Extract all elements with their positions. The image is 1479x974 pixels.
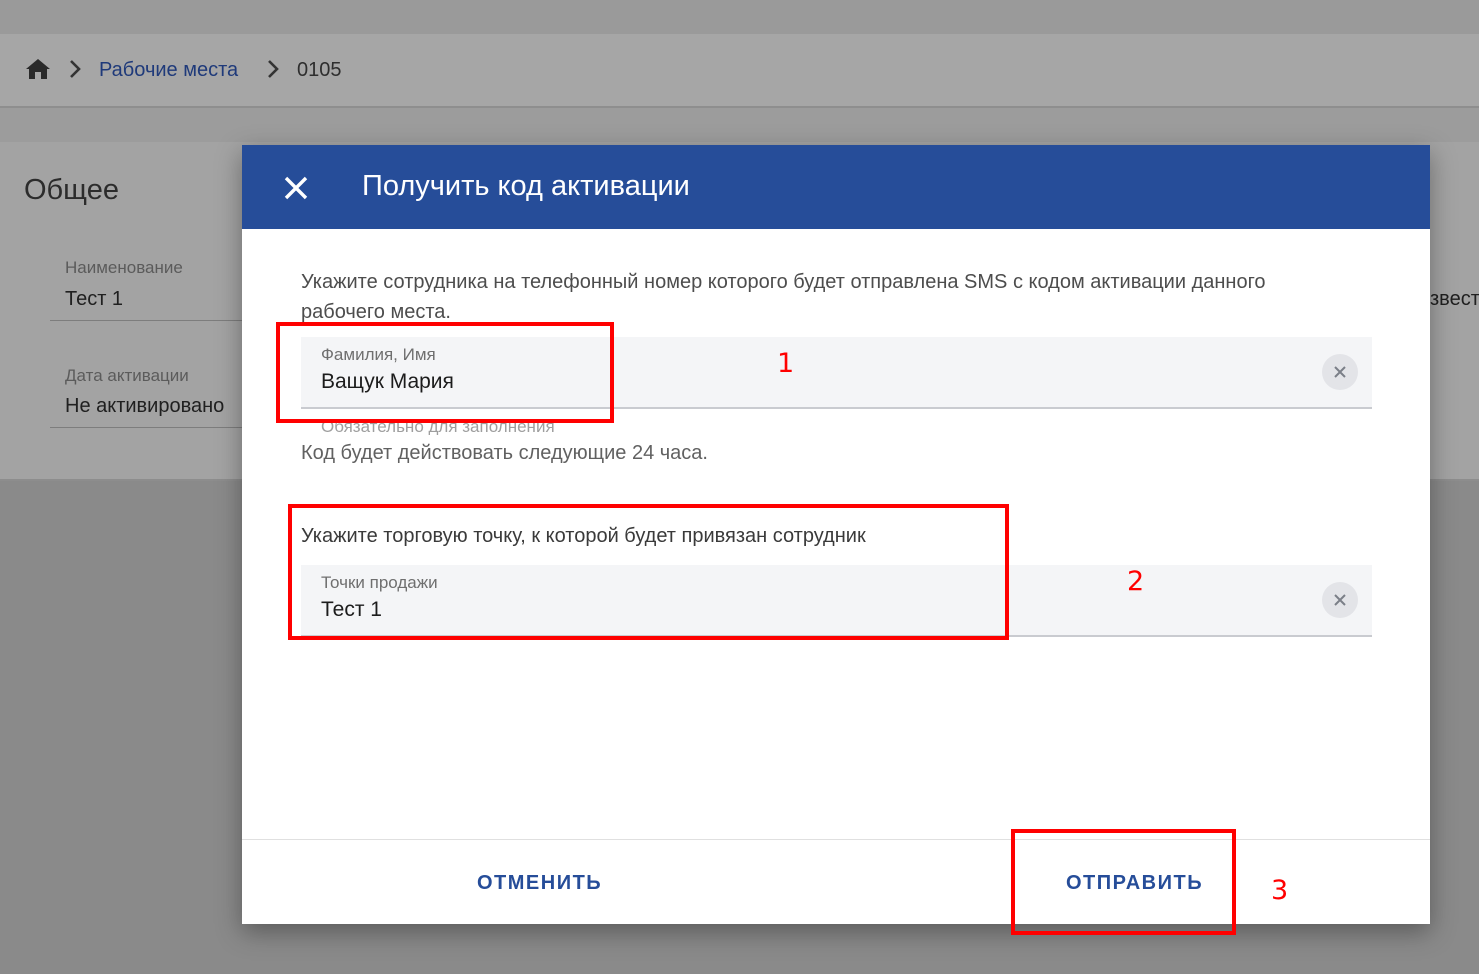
card-title: Общее xyxy=(24,174,119,206)
annotation-number-2: 2 xyxy=(1127,566,1145,597)
breadcrumb-link-workplaces[interactable]: Рабочие места xyxy=(99,58,238,82)
name-value: Тест 1 xyxy=(65,288,124,310)
name-label: Наименование xyxy=(65,258,183,277)
cancel-button[interactable]: ОТМЕНИТЬ xyxy=(477,872,602,895)
dialog-title: Получить код активации xyxy=(362,170,690,202)
top-app-bar xyxy=(0,0,1479,35)
annotation-box-1 xyxy=(276,322,614,423)
dialog-description: Укажите сотрудника на телефонный номер к… xyxy=(301,271,1266,323)
clear-icon[interactable] xyxy=(1322,582,1358,618)
annotation-box-2 xyxy=(288,504,1009,640)
close-icon[interactable] xyxy=(280,172,312,204)
activation-date-value: Не активировано xyxy=(65,395,225,417)
breadcrumb-current: 0105 xyxy=(297,59,342,81)
annotation-box-3 xyxy=(1011,829,1236,935)
activation-date-label: Дата активации xyxy=(65,366,189,385)
chevron-right-icon xyxy=(268,60,279,78)
clear-icon[interactable] xyxy=(1322,354,1358,390)
code-validity-note: Код будет действовать следующие 24 часа. xyxy=(301,442,708,464)
dialog-header: Получить код активации xyxy=(242,145,1430,229)
cut-off-text: звест xyxy=(1430,288,1479,310)
annotation-number-1: 1 xyxy=(777,348,795,379)
spacer xyxy=(0,108,1479,142)
dialog-divider xyxy=(242,839,1430,840)
field-underline xyxy=(50,320,250,321)
chevron-right-icon xyxy=(70,60,81,78)
breadcrumb: Рабочие места 0105 xyxy=(0,34,1479,108)
home-icon[interactable] xyxy=(25,58,51,80)
annotation-number-3: 3 xyxy=(1271,875,1289,906)
field-underline xyxy=(50,427,250,428)
